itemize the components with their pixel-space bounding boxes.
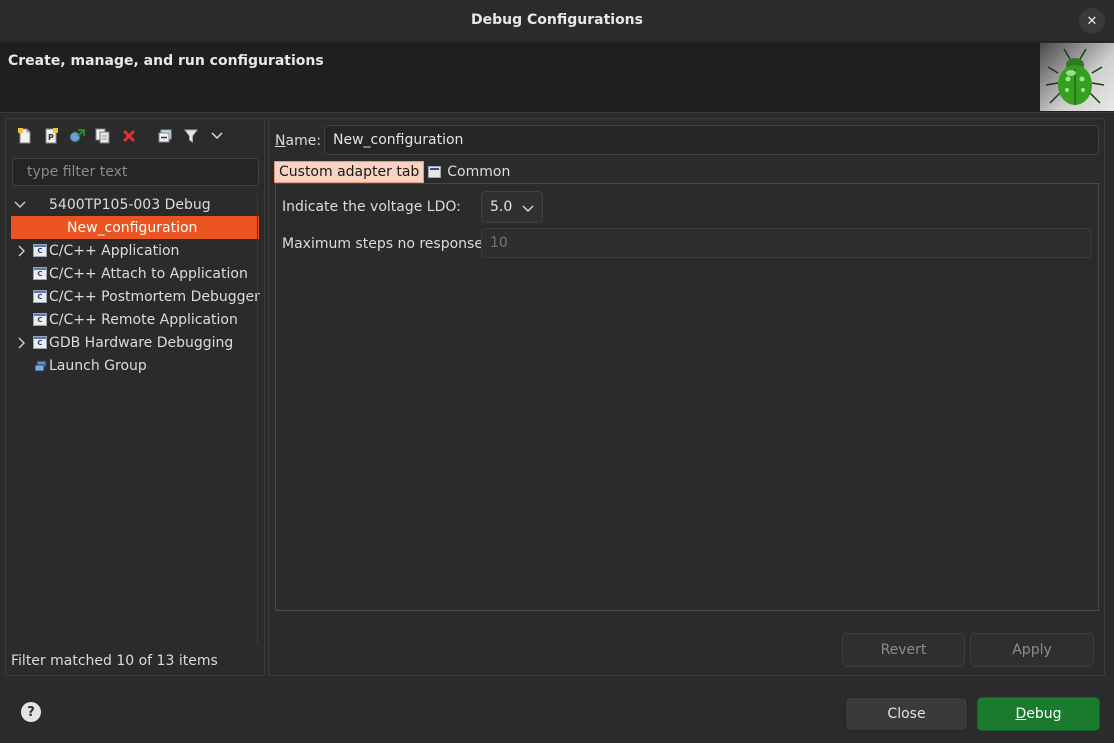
max-steps-input[interactable] — [481, 228, 1092, 258]
new-prototype-icon[interactable]: P — [38, 125, 64, 147]
c-config-icon: C — [33, 336, 47, 349]
tab-custom-adapter[interactable]: Custom adapter tab — [274, 161, 425, 183]
ldo-label: Indicate the voltage LDO: — [282, 199, 461, 215]
bug-icon — [1040, 43, 1114, 111]
apply-button[interactable]: Apply — [970, 633, 1094, 667]
filter-status-text: Filter matched 10 of 13 items — [11, 653, 218, 669]
tree-item-label: C/C++ Attach to Application — [49, 265, 248, 282]
name-label: Name: — [275, 133, 321, 149]
debug-mnemonic: D — [1015, 706, 1027, 722]
c-config-icon: C — [33, 290, 47, 303]
max-steps-label: Maximum steps no response: — [282, 236, 488, 252]
tree-item-label: Launch Group — [49, 357, 147, 374]
export-icon[interactable] — [64, 125, 90, 147]
tree-item-label: C/C++ Application — [49, 242, 180, 259]
tree-item-launch-group[interactable]: Launch Group — [6, 354, 264, 377]
window-close-button[interactable]: ✕ — [1079, 8, 1105, 34]
debug-button[interactable]: Debug — [977, 697, 1100, 731]
tree-item-label: C/C++ Remote Application — [49, 311, 238, 328]
tree-item-label: New_configuration — [67, 219, 198, 236]
chevron-down-icon[interactable] — [14, 199, 26, 211]
tree-item-cpp-remote[interactable]: C C/C++ Remote Application — [6, 308, 264, 331]
common-tab-icon — [428, 166, 442, 178]
duplicate-icon[interactable] — [90, 125, 116, 147]
tree-item-cpp-application[interactable]: C C/C++ Application — [6, 239, 264, 262]
tab-label: Custom adapter tab — [279, 164, 420, 180]
tree-item-cpp-postmortem[interactable]: C C/C++ Postmortem Debugger — [6, 285, 264, 308]
filter-input[interactable] — [12, 158, 259, 186]
tree-item-label: GDB Hardware Debugging — [49, 334, 234, 351]
c-config-icon: C — [33, 244, 47, 257]
config-tabs: Custom adapter tab Common — [274, 161, 514, 183]
name-label-text: ame: — [285, 133, 322, 149]
window-title: Debug Configurations — [471, 12, 643, 28]
configuration-list-panel: P 5400TP105-003 Debug New_c — [5, 118, 265, 676]
c-config-icon: C — [33, 313, 47, 326]
window-titlebar: Debug Configurations ✕ — [0, 0, 1114, 42]
close-button[interactable]: Close — [845, 697, 968, 731]
chevron-right-icon[interactable] — [16, 245, 28, 257]
tree-item-label: C/C++ Postmortem Debugger — [49, 288, 260, 305]
view-menu-icon[interactable] — [204, 125, 230, 147]
tree-item-new-configuration[interactable]: New_configuration — [11, 216, 259, 239]
dialog-header: Create, manage, and run configurations — [0, 43, 1114, 113]
name-label-mnemonic: N — [275, 133, 286, 149]
tab-content: Indicate the voltage LDO: 5.0 Maximum st… — [275, 183, 1099, 611]
ldo-voltage-value: 5.0 — [490, 199, 513, 215]
tab-common[interactable]: Common — [424, 161, 514, 183]
new-configuration-icon[interactable] — [12, 125, 38, 147]
tree-item-label: 5400TP105-003 Debug — [49, 196, 211, 213]
dialog-subtitle: Create, manage, and run configurations — [8, 53, 324, 69]
tab-label: Common — [447, 164, 511, 180]
collapse-all-icon[interactable] — [152, 125, 178, 147]
tree-item-launch-group-config[interactable]: 5400TP105-003 Debug — [6, 193, 264, 216]
filter-icon[interactable] — [178, 125, 204, 147]
help-icon[interactable]: ? — [21, 702, 41, 722]
delete-icon[interactable] — [116, 125, 142, 147]
ldo-voltage-select[interactable]: 5.0 — [481, 191, 543, 223]
tree-item-gdb-hardware[interactable]: C GDB Hardware Debugging — [6, 331, 264, 354]
configuration-toolbar: P — [12, 125, 230, 147]
chevron-down-icon — [522, 201, 534, 217]
configuration-tree: 5400TP105-003 Debug New_configuration C … — [6, 193, 264, 377]
chevron-right-icon[interactable] — [16, 337, 28, 349]
tree-scrollbar[interactable] — [257, 193, 262, 645]
configuration-editor-panel: Name: Custom adapter tab Common Indicate… — [268, 118, 1105, 676]
tree-item-cpp-attach[interactable]: C C/C++ Attach to Application — [6, 262, 264, 285]
debug-label: ebug — [1026, 706, 1062, 722]
svg-text:P: P — [48, 133, 54, 142]
launch-group-icon — [34, 360, 47, 376]
name-input[interactable] — [324, 125, 1099, 155]
revert-button[interactable]: Revert — [842, 633, 965, 667]
c-config-icon: C — [33, 267, 47, 280]
